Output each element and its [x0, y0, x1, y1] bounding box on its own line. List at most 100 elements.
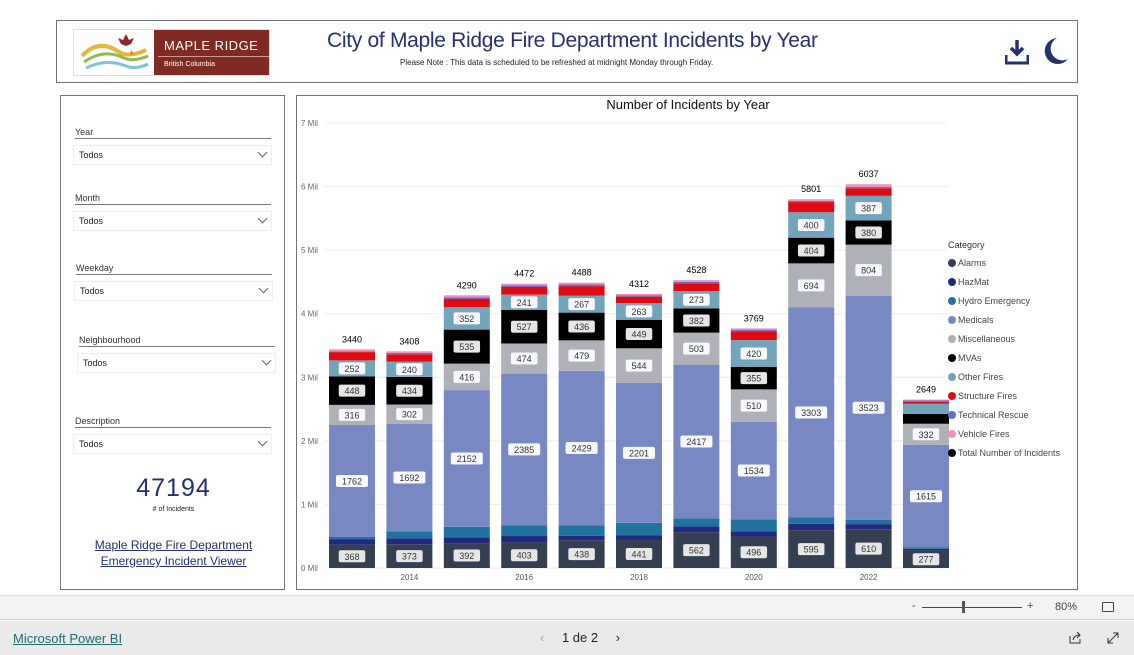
bar-segment-technical-rescue	[616, 295, 662, 297]
zoom-level: 80%	[1055, 601, 1078, 613]
weekday-dropdown[interactable]: Todos	[74, 281, 273, 301]
link-line-2[interactable]: Emergency Incident Viewer	[61, 553, 286, 569]
next-page-icon[interactable]: ›	[616, 630, 620, 645]
total-label: 6037	[859, 169, 879, 179]
bar-2018: 441 2201 544 449 263 4312 2018	[616, 279, 662, 582]
legend-item[interactable]: Vehicle Fires	[948, 425, 1060, 444]
bar-segment-technical-rescue	[845, 186, 892, 189]
bar-2020: 496 1534 510 355 420 3769 2020	[730, 313, 777, 582]
bar-segment-hazmat	[558, 535, 605, 541]
year-filter-label: Year	[75, 127, 271, 139]
legend-dot-icon	[948, 449, 956, 458]
total-label: 2649	[916, 385, 936, 395]
bar-segment-structure-fires	[730, 331, 777, 341]
bar-segment-technical-rescue	[329, 351, 375, 353]
legend-item[interactable]: HazMat	[948, 272, 1060, 291]
y-tick-label: 7 Mil	[301, 119, 318, 128]
bar-2023: 277 1615 332 2649	[903, 385, 949, 568]
data-label: 510	[746, 401, 761, 411]
legend-item[interactable]: Hydro Emergency	[948, 291, 1060, 310]
fullscreen-icon[interactable]	[1106, 631, 1120, 645]
data-label: 1762	[342, 476, 362, 486]
description-dropdown[interactable]: Todos	[73, 434, 272, 454]
link-line-1[interactable]: Maple Ridge Fire Department	[61, 537, 286, 553]
bar-segment-hydro-emergency	[443, 526, 490, 538]
bar-segment-technical-rescue	[386, 352, 433, 355]
total-label: 4528	[686, 265, 706, 275]
neighbourhood-filter-label: Neighbourhood	[79, 335, 275, 347]
zoom-in-button[interactable]: +	[1027, 600, 1033, 612]
bar-segment-hazmat	[730, 531, 777, 537]
month-filter-label: Month	[75, 193, 271, 205]
data-label: 2201	[629, 448, 649, 458]
legend-item[interactable]: Miscellaneous	[948, 329, 1060, 348]
legend-item[interactable]: Other Fires	[948, 368, 1060, 387]
weekday-filter-label: Weekday	[76, 263, 272, 275]
data-label: 527	[517, 322, 532, 332]
bar-2016: 403 2385 474 527 241 4472 2016	[501, 269, 548, 582]
data-label: 273	[689, 295, 704, 305]
data-label: 2417	[686, 437, 706, 447]
bar-2022: 610 3523 804 380 387 6037 2022	[845, 169, 892, 582]
legend-item[interactable]: Alarms	[948, 253, 1060, 272]
year-dropdown[interactable]: Todos	[73, 145, 272, 165]
zoom-slider[interactable]	[922, 607, 1022, 608]
legend-dot-icon	[948, 354, 956, 363]
bar-segment-hydro-emergency	[329, 536, 375, 540]
legend-label: Miscellaneous	[958, 333, 1016, 344]
legend-item[interactable]: MVAs	[948, 348, 1060, 367]
bar-segment-vehicle-fires	[501, 283, 548, 286]
neighbourhood-dropdown[interactable]: Todos	[77, 353, 276, 373]
data-label: 392	[459, 551, 474, 561]
data-label: 263	[631, 307, 646, 317]
legend-item[interactable]: Structure Fires	[948, 387, 1060, 406]
legend-item[interactable]: Medicals	[948, 310, 1060, 329]
incident-viewer-link[interactable]: Maple Ridge Fire Department Emergency In…	[61, 537, 286, 569]
share-icon[interactable]	[1068, 631, 1082, 645]
data-label: 240	[402, 365, 417, 375]
bar-segment-hydro-emergency	[616, 522, 662, 536]
legend-item[interactable]: Total Number of Incidents	[948, 444, 1060, 463]
data-label: 2429	[572, 444, 592, 454]
x-tick-label: 2022	[860, 573, 878, 582]
legend-dot-icon	[948, 277, 956, 286]
moon-icon[interactable]	[1043, 37, 1069, 65]
legend-label: Structure Fires	[958, 391, 1018, 402]
data-label: 387	[861, 204, 876, 214]
bar-segment-hydro-emergency	[730, 519, 777, 532]
bar-segment-hazmat	[329, 539, 375, 545]
zoom-slider-thumb[interactable]	[962, 601, 965, 613]
bar-segment-hydro-emergency	[845, 519, 892, 525]
legend-dot-icon	[948, 411, 956, 420]
bar-segment-vehicle-fires	[845, 184, 892, 187]
data-label: 382	[689, 316, 704, 326]
description-dropdown-value: Todos	[79, 439, 104, 449]
total-label: 3440	[342, 334, 362, 344]
bar-2013: 368 1762 316 448 252 3440	[329, 334, 375, 568]
data-label: 416	[459, 372, 474, 382]
month-dropdown[interactable]: Todos	[73, 211, 272, 231]
data-label: 277	[918, 555, 933, 565]
bar-segment-structure-fires	[616, 296, 662, 304]
data-label: 562	[689, 546, 704, 556]
zoom-out-button[interactable]: -	[912, 600, 916, 612]
bar-segment-vehicle-fires	[788, 199, 835, 201]
data-label: 449	[631, 330, 646, 340]
x-tick-label: 2014	[401, 573, 419, 582]
fit-to-page-icon[interactable]	[1102, 602, 1114, 612]
power-bi-link[interactable]: Microsoft Power BI	[13, 631, 122, 646]
filter-panel: Year Todos Month Todos Weekday Todos Nei…	[60, 95, 285, 590]
data-label: 352	[459, 314, 474, 324]
legend-title: Category	[948, 240, 985, 250]
previous-page-icon[interactable]: ‹	[540, 630, 544, 645]
download-icon[interactable]	[1005, 39, 1029, 65]
weekday-dropdown-value: Todos	[80, 286, 105, 296]
bar-segment-structure-fires	[329, 352, 375, 361]
bar-segment-vehicle-fires	[730, 328, 777, 330]
legend-item[interactable]: Technical Rescue	[948, 406, 1060, 425]
legend-label: Technical Rescue	[958, 410, 1029, 421]
maple-leaf-swoosh-icon	[80, 34, 149, 70]
bar-segment-structure-fires	[845, 188, 892, 196]
total-label: 4472	[514, 269, 534, 279]
total-label: 3408	[399, 336, 419, 346]
